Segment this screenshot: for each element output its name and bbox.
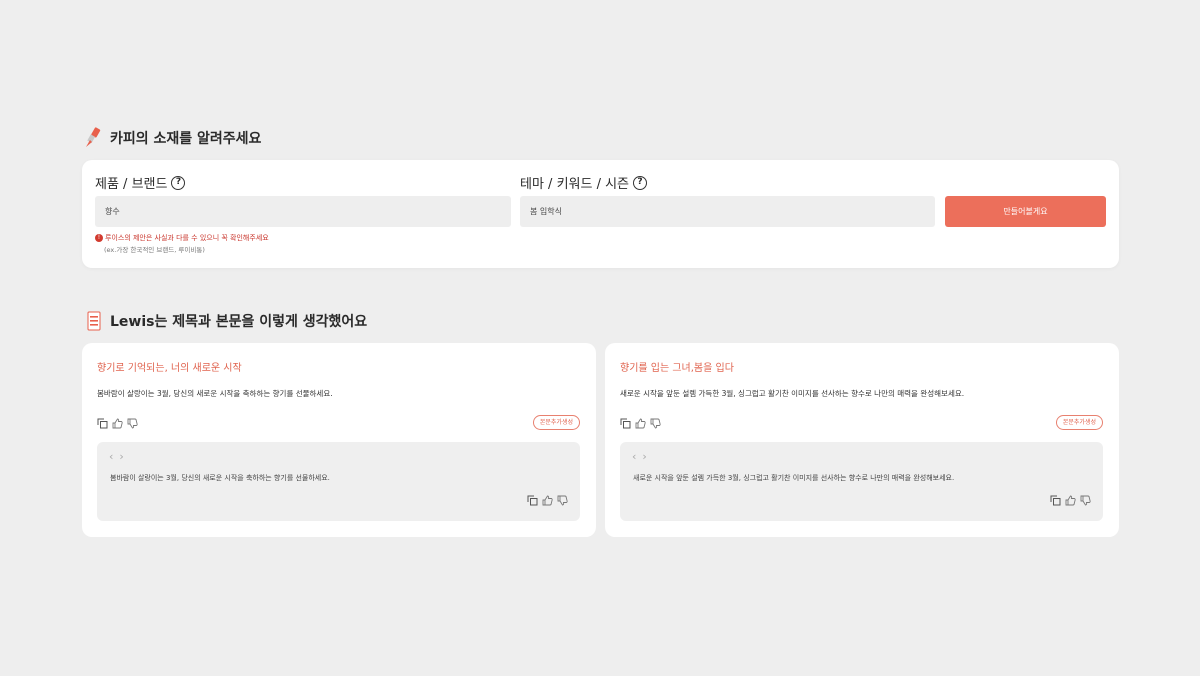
- help-icon[interactable]: ?: [633, 175, 648, 190]
- input-card: 제품 / 브랜드 ? 테마 / 키워드 / 시즌 ? 향수 봄 입학식 만들어볼…: [82, 160, 1119, 268]
- warning-text: 루이스의 제안은 사실과 다를 수 있으니 꼭 확인해주세요: [105, 234, 269, 242]
- thumbs-up-icon[interactable]: [1065, 495, 1076, 506]
- thumbs-down-icon[interactable]: [650, 418, 661, 429]
- result-card: 향기로 기억되는, 너의 새로운 시작 봄바람이 살랑이는 3월, 당신의 새로…: [82, 343, 596, 537]
- thumbs-down-icon[interactable]: [127, 418, 138, 429]
- generate-more-button[interactable]: 본문추가생성: [532, 415, 580, 430]
- alternative-body-text: 새로운 시작을 앞둔 설렘 가득한 3월, 싱그럽고 활기찬 이미지를 선사하는…: [633, 474, 955, 482]
- carousel-nav: ‹ ›: [109, 450, 124, 463]
- help-icon[interactable]: ?: [171, 175, 186, 190]
- thumbs-up-icon[interactable]: [635, 418, 646, 429]
- product-label: 제품 / 브랜드 ?: [95, 173, 186, 192]
- chevron-right-icon[interactable]: ›: [119, 450, 123, 463]
- result-actions: [97, 418, 138, 429]
- generate-more-button[interactable]: 본문추가생성: [1055, 415, 1103, 430]
- alternative-body-panel: ‹ › 새로운 시작을 앞둔 설렘 가득한 3월, 싱그럽고 활기찬 이미지를 …: [620, 442, 1103, 521]
- result-body: 새로운 시작을 앞둔 설렘 가득한 3월, 싱그럽고 활기찬 이미지를 선사하는…: [620, 389, 965, 398]
- result-title: 향기를 입는 그녀,봄을 입다: [620, 363, 734, 374]
- warning-icon: !: [95, 234, 103, 242]
- list-icon: [84, 310, 104, 332]
- theme-label-text: 테마 / 키워드 / 시즌: [520, 177, 630, 192]
- section-title-input: 카피의 소재를 알려주세요: [84, 127, 261, 149]
- result-card: 향기를 입는 그녀,봄을 입다 새로운 시작을 앞둔 설렘 가득한 3월, 싱그…: [605, 343, 1119, 537]
- theme-input[interactable]: 봄 입학식: [520, 196, 935, 227]
- brush-icon: [84, 127, 104, 149]
- copy-icon[interactable]: [97, 418, 108, 429]
- section-title-results: Lewis는 제목과 본문을 이렇게 생각했어요: [84, 310, 367, 332]
- alternative-body-panel: ‹ › 봄바람이 살랑이는 3월, 당신의 새로운 시작을 축하하는 향기를 선…: [97, 442, 580, 521]
- section-title-text: 카피의 소재를 알려주세요: [110, 131, 262, 147]
- alternative-actions: [527, 495, 568, 506]
- thumbs-down-icon[interactable]: [1080, 495, 1091, 506]
- copy-icon[interactable]: [620, 418, 631, 429]
- copy-icon[interactable]: [1050, 495, 1061, 506]
- result-actions: [620, 418, 661, 429]
- result-body: 봄바람이 살랑이는 3월, 당신의 새로운 시작을 축하하는 향기를 선물하세요…: [97, 389, 333, 398]
- warning-message: ! 루이스의 제안은 사실과 다를 수 있으니 꼭 확인해주세요: [95, 233, 269, 243]
- theme-label: 테마 / 키워드 / 시즌 ?: [520, 173, 648, 192]
- chevron-left-icon[interactable]: ‹: [632, 450, 636, 463]
- example-text: (ex.가장 한국적인 브랜드, 루이비통): [104, 246, 205, 254]
- section-title-text: Lewis는 제목과 본문을 이렇게 생각했어요: [110, 314, 368, 330]
- alternative-body-text: 봄바람이 살랑이는 3월, 당신의 새로운 시작을 축하하는 향기를 선물하세요…: [110, 474, 330, 482]
- product-label-text: 제품 / 브랜드: [95, 177, 168, 192]
- copy-icon[interactable]: [527, 495, 538, 506]
- carousel-nav: ‹ ›: [632, 450, 647, 463]
- thumbs-up-icon[interactable]: [112, 418, 123, 429]
- alternative-actions: [1050, 495, 1091, 506]
- thumbs-up-icon[interactable]: [542, 495, 553, 506]
- chevron-left-icon[interactable]: ‹: [109, 450, 113, 463]
- product-input[interactable]: 향수: [95, 196, 511, 227]
- thumbs-down-icon[interactable]: [557, 495, 568, 506]
- make-button[interactable]: 만들어볼게요: [945, 196, 1106, 227]
- chevron-right-icon[interactable]: ›: [642, 450, 646, 463]
- result-title: 향기로 기억되는, 너의 새로운 시작: [97, 363, 242, 374]
